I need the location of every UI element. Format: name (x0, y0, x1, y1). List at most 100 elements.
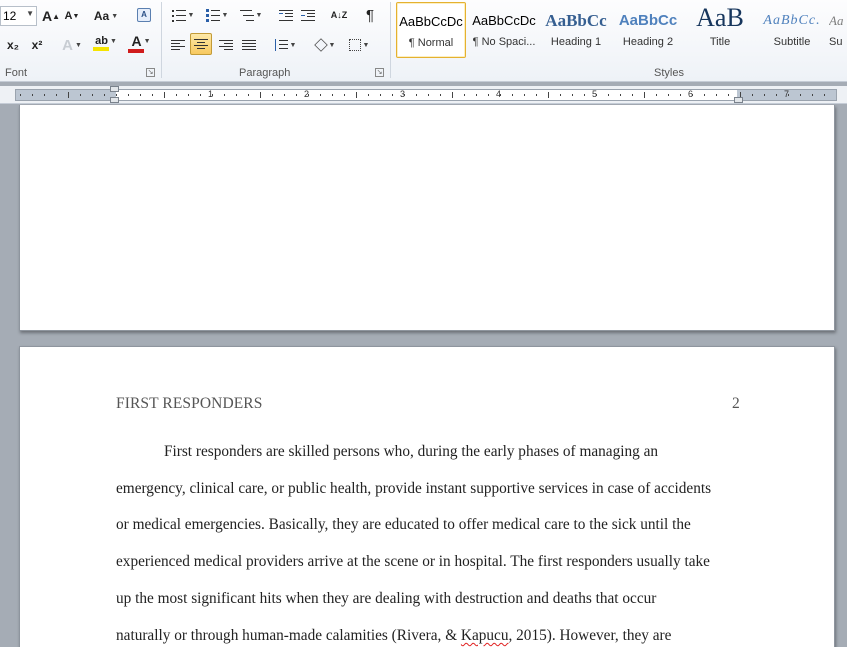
font-size-value: 12 (3, 9, 17, 23)
ruler-tick (212, 94, 213, 96)
hanging-indent-marker[interactable] (110, 97, 119, 103)
ruler-tick (548, 92, 549, 98)
shading-button[interactable]: ▼ (310, 34, 340, 56)
style-title[interactable]: AaB Title (685, 2, 755, 58)
decrease-indent-button[interactable] (276, 4, 296, 26)
paragraph-group-label: Paragraph (239, 67, 291, 79)
right-indent-marker[interactable] (734, 97, 743, 103)
ruler-tick (284, 94, 285, 96)
ruler-tick (488, 94, 489, 96)
ruler-tick (200, 94, 201, 96)
font-dialog-launcher[interactable]: ↘ (146, 68, 155, 77)
style-heading-1[interactable]: AaBbCc Heading 1 (541, 2, 611, 58)
style-subtle-emphasis[interactable]: Aa Su (829, 2, 847, 58)
numbering-icon (205, 9, 220, 22)
justify-icon (242, 39, 256, 51)
ruler-tick (260, 92, 261, 98)
ruler-tick (308, 94, 309, 96)
align-right-icon (219, 39, 233, 51)
ruler-tick (68, 92, 69, 98)
spelling-error-word[interactable]: Kapucu (461, 627, 509, 644)
ruler-tick (368, 94, 369, 96)
ruler-tick (704, 94, 705, 96)
highlight-button[interactable]: ab ▼ (90, 32, 122, 54)
ruler-tick (608, 94, 609, 96)
paragraph-group: ▼ ▼ ▼ A↓Z ¶ ▼ ▼ ▼ Paragraph ↘ (162, 0, 388, 80)
style-normal[interactable]: AaBbCcDc ¶ Normal (396, 2, 466, 58)
body-text-line: up the most significant hits when they a… (116, 590, 657, 607)
ruler-tick (44, 94, 45, 96)
font-size-box[interactable]: 12 ▼ (0, 6, 37, 26)
horizontal-ruler[interactable]: 1 2 3 4 5 6 7 (0, 86, 847, 104)
show-formatting-marks-button[interactable]: ¶ (360, 4, 380, 26)
ruler-tick (560, 94, 561, 96)
ruler-tick (728, 94, 729, 96)
clear-formatting-button[interactable]: A (134, 4, 154, 26)
sort-button[interactable]: A↓Z (328, 4, 350, 26)
ruler-tick (92, 94, 93, 96)
borders-button[interactable]: ▼ (344, 34, 374, 56)
ruler-tick (452, 92, 453, 98)
ruler-left-margin (16, 90, 116, 100)
ruler-tick (512, 94, 513, 96)
font-group: 12 ▼ A ▲ A ▼ Aa ▼ A x₂ x² A ▼ ab ▼ A ▼ F… (0, 0, 160, 80)
align-left-icon (171, 39, 185, 51)
line-spacing-button[interactable]: ▼ (270, 34, 300, 56)
multilevel-list-icon (239, 9, 254, 21)
increase-indent-button[interactable] (298, 4, 318, 26)
font-group-label: Font (5, 67, 28, 79)
running-head: FIRST RESPONDERS (116, 395, 263, 412)
ruler-tick (620, 94, 621, 96)
ruler-tick (596, 94, 597, 96)
superscript-button[interactable]: x² (28, 34, 46, 56)
ruler-tick (572, 94, 573, 96)
body-text-line: emergency, clinical care, or public heal… (116, 480, 712, 497)
numbering-button[interactable]: ▼ (202, 4, 232, 26)
multilevel-list-button[interactable]: ▼ (236, 4, 266, 26)
bullets-button[interactable]: ▼ (168, 4, 198, 26)
ruler-tick (332, 94, 333, 96)
styles-group: AaBbCcDc ¶ Normal AaBbCcDc ¶ No Spaci...… (392, 0, 847, 80)
ruler-tick (668, 94, 669, 96)
line-spacing-icon (274, 39, 288, 51)
document-page[interactable]: FIRST RESPONDERS 2 First responders are … (19, 346, 835, 647)
increase-indent-icon (301, 9, 315, 21)
ruler-tick (272, 94, 273, 96)
body-text-line: experienced medical providers arrive at … (116, 553, 710, 570)
ruler-tick (632, 94, 633, 96)
ruler-tick (764, 94, 765, 96)
ruler-tick (788, 94, 789, 96)
paragraph-dialog-launcher[interactable]: ↘ (375, 68, 384, 77)
ruler-tick (104, 94, 105, 96)
subscript-button[interactable]: x₂ (4, 34, 22, 56)
text-effects-button[interactable]: A ▼ (58, 34, 86, 56)
grow-font-button[interactable]: A ▲ (42, 5, 60, 27)
document-page[interactable] (19, 105, 835, 331)
ruler-tick (716, 94, 717, 96)
font-color-button[interactable]: A ▼ (126, 32, 156, 54)
align-center-button[interactable] (190, 33, 212, 55)
ruler-tick (428, 94, 429, 96)
style-no-spacing[interactable]: AaBbCcDc ¶ No Spaci... (469, 2, 539, 58)
align-right-button[interactable] (216, 34, 236, 56)
shrink-font-button[interactable]: A ▼ (63, 5, 81, 27)
ruler-tick (152, 94, 153, 96)
ruler-tick (320, 94, 321, 96)
style-heading-2[interactable]: AaBbCc Heading 2 (613, 2, 683, 58)
ruler-tick (224, 94, 225, 96)
font-size-dropdown-icon[interactable]: ▼ (26, 9, 34, 18)
ribbon-separator (390, 2, 391, 78)
justify-button[interactable] (239, 34, 259, 56)
style-subtitle[interactable]: AaBbCc. Subtitle (757, 2, 827, 58)
ruler-tick (188, 94, 189, 96)
align-left-button[interactable] (168, 34, 188, 56)
change-case-button[interactable]: Aa ▼ (92, 5, 120, 27)
ruler-tick (476, 94, 477, 96)
paint-bucket-icon (313, 38, 328, 52)
ribbon: 12 ▼ A ▲ A ▼ Aa ▼ A x₂ x² A ▼ ab ▼ A ▼ F… (0, 0, 847, 82)
ruler-tick (464, 94, 465, 96)
first-line-indent-marker[interactable] (110, 86, 119, 92)
ruler-tick (440, 94, 441, 96)
ruler-tick (56, 94, 57, 96)
ruler-tick (20, 94, 21, 96)
